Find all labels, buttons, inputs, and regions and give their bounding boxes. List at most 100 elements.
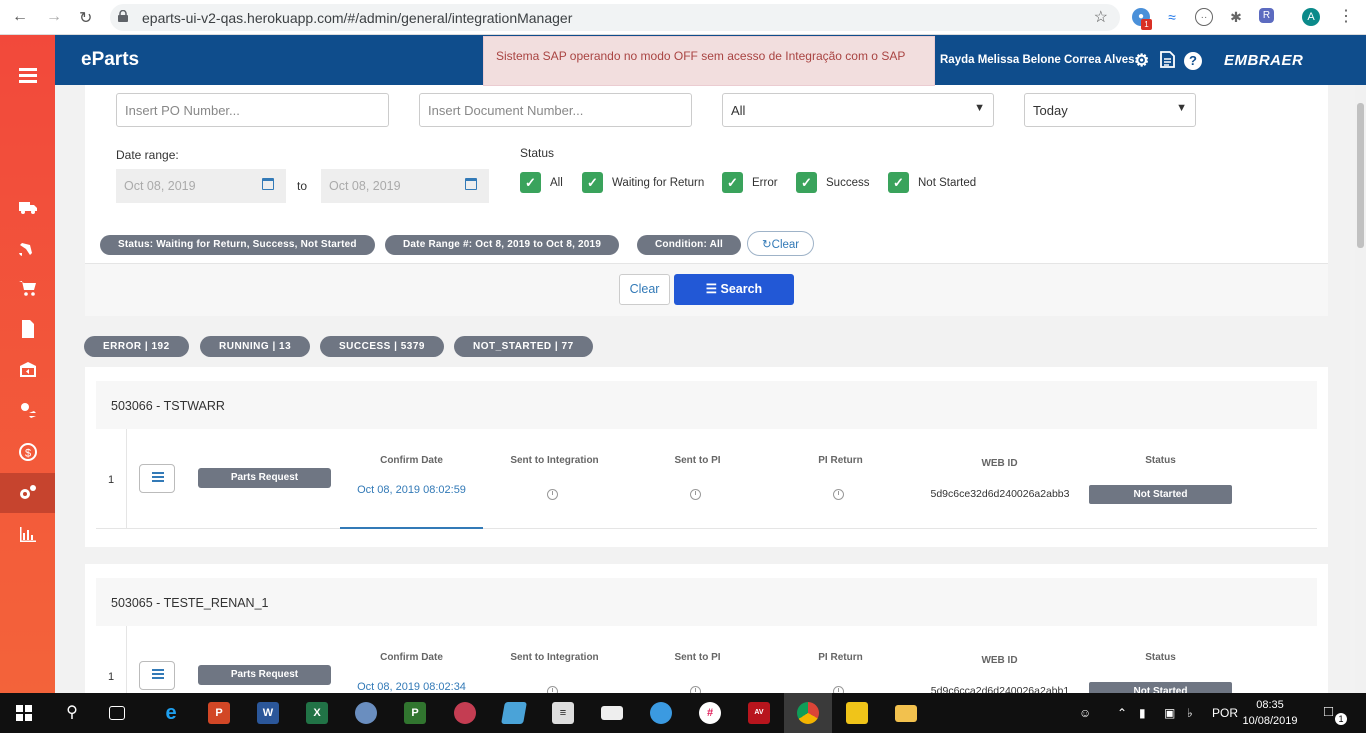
chevron-up-icon[interactable]: ⌃ — [1117, 706, 1127, 720]
user-name[interactable]: Rayda Melissa Belone Correa Alves — [940, 54, 1135, 66]
powerpoint-icon[interactable]: P — [208, 702, 230, 724]
col-pi-return: PI Return — [818, 455, 863, 466]
col-confirm-date: Confirm Date — [380, 652, 443, 663]
extension-puzzle-icon[interactable]: ✱ — [1227, 8, 1245, 26]
notifications-icon[interactable]: □ — [1324, 703, 1333, 720]
dollar-cycle-icon[interactable]: $ — [0, 432, 55, 472]
hamburger-menu-icon[interactable] — [0, 55, 55, 95]
excel-icon[interactable]: X — [306, 702, 328, 724]
clock-icon — [690, 686, 701, 693]
checkbox-label: All — [550, 176, 563, 189]
date-to-input[interactable]: Oct 08, 2019 — [321, 169, 489, 203]
task-view-icon[interactable] — [109, 706, 125, 720]
condition-select[interactable]: All ▼ — [722, 93, 994, 127]
battery-icon[interactable]: ▮ — [1139, 706, 1146, 720]
volume-muted-icon[interactable]: ♭ — [1187, 706, 1193, 720]
search-button[interactable]: ☰ Search — [674, 274, 794, 305]
record-card: 503065 - TESTE_RENAN_1 1 Parts Request C… — [85, 564, 1328, 693]
snipping-icon[interactable] — [454, 702, 476, 724]
bar-chart-icon[interactable] — [0, 514, 55, 554]
po-number-input[interactable]: Insert PO Number... — [116, 93, 389, 127]
windows-start-icon[interactable] — [16, 705, 32, 721]
record-row: 1 Parts Request Confirm Date Sent to Int… — [96, 429, 1317, 529]
bookmark-star-icon[interactable]: ☆ — [1094, 7, 1108, 27]
system-clock[interactable]: 08:35 10/08/2019 — [1240, 697, 1300, 729]
main-content: Insert PO Number... Insert Document Numb… — [55, 85, 1366, 693]
notes-icon[interactable] — [501, 702, 527, 724]
date-from-value: Oct 08, 2019 — [124, 179, 196, 193]
clear-button[interactable]: Clear — [619, 274, 670, 305]
teams-icon[interactable] — [650, 702, 672, 724]
extension-dots-icon[interactable]: ·· — [1195, 8, 1213, 26]
date-to-value: Oct 08, 2019 — [329, 179, 401, 193]
forward-icon[interactable]: → — [46, 8, 62, 26]
period-select-value: Today — [1033, 103, 1068, 118]
date-from-input[interactable]: Oct 08, 2019 — [116, 169, 286, 203]
list-details-button[interactable] — [139, 464, 175, 493]
airplane-icon[interactable] — [0, 227, 55, 267]
page-scrollbar[interactable] — [1355, 85, 1366, 693]
mail-icon[interactable] — [601, 706, 623, 720]
truck-icon[interactable] — [0, 187, 55, 227]
scrollbar-thumb[interactable] — [1357, 103, 1364, 248]
project-icon[interactable]: P — [404, 702, 426, 724]
status-checkbox-not-started[interactable]: ✓ Not Started — [888, 172, 976, 193]
col-status: Status — [1145, 652, 1176, 663]
gears-icon[interactable] — [0, 473, 55, 513]
address-bar[interactable]: eparts-ui-v2-qas.herokuapp.com/#/admin/g… — [110, 4, 1120, 31]
document-number-input[interactable]: Insert Document Number... — [419, 93, 692, 127]
calendar-icon[interactable] — [465, 178, 477, 190]
col-sent-pi: Sent to PI — [674, 455, 721, 466]
dropdown-caret-icon: ▼ — [1176, 102, 1187, 114]
clock-time: 08:35 — [1256, 699, 1284, 711]
count-running[interactable]: RUNNING | 13 — [200, 336, 311, 357]
search-icon[interactable]: ⚲ — [61, 702, 83, 724]
count-not-started[interactable]: NOT_STARTED | 77 — [454, 336, 593, 357]
list-details-button[interactable] — [139, 661, 175, 690]
extension-r-icon[interactable]: R — [1259, 8, 1274, 23]
confirm-date-value[interactable]: Oct 08, 2019 08:02:34 — [340, 681, 483, 693]
count-success[interactable]: SUCCESS | 5379 — [320, 336, 444, 357]
calculator-icon[interactable]: ≡ — [552, 702, 574, 724]
slack-icon[interactable]: # — [699, 702, 721, 724]
document-header-icon[interactable] — [1160, 51, 1175, 73]
brand-title[interactable]: eParts — [81, 49, 139, 71]
profile-avatar[interactable]: A — [1302, 8, 1320, 26]
period-select[interactable]: Today ▼ — [1024, 93, 1196, 127]
clear-chips-button[interactable]: ↻Clear — [747, 231, 814, 256]
status-checkbox-all[interactable]: ✓ All — [520, 172, 563, 193]
ie-icon[interactable]: e — [160, 702, 182, 724]
chrome-icon[interactable] — [797, 702, 819, 724]
confirm-date-value[interactable]: Oct 08, 2019 08:02:59 — [340, 484, 483, 496]
status-checkbox-waiting[interactable]: ✓ Waiting for Return — [582, 172, 704, 193]
people-icon[interactable]: ☺ — [1079, 706, 1091, 720]
cart-icon[interactable] — [0, 268, 55, 308]
file-explorer-icon[interactable] — [895, 705, 917, 722]
word-icon[interactable]: W — [257, 702, 279, 724]
language-indicator[interactable]: POR — [1212, 706, 1238, 720]
paint-icon[interactable] — [355, 702, 377, 724]
active-tab-underline — [340, 527, 483, 529]
clock-icon — [833, 686, 844, 693]
request-type-badge: Parts Request — [198, 468, 331, 488]
extension-feather-icon[interactable]: ≈ — [1163, 8, 1181, 26]
status-checkbox-success[interactable]: ✓ Success — [796, 172, 869, 193]
document-icon[interactable] — [0, 309, 55, 349]
swap-gear-icon[interactable] — [0, 390, 55, 430]
sticky-app-icon[interactable] — [846, 702, 868, 724]
clock-icon — [547, 489, 558, 500]
count-error[interactable]: ERROR | 192 — [84, 336, 189, 357]
avaya-icon[interactable]: AV — [748, 702, 770, 724]
checkbox-label: Error — [752, 176, 778, 189]
help-icon[interactable]: ? — [1184, 52, 1202, 70]
menu-kebab-icon[interactable]: ⋮ — [1338, 6, 1354, 26]
status-checkbox-error[interactable]: ✓ Error — [722, 172, 778, 193]
sap-alert: Sistema SAP operando no modo OFF sem ace… — [483, 36, 935, 86]
calendar-icon[interactable] — [262, 178, 274, 190]
settings-gear-icon[interactable]: ⚙ — [1134, 51, 1149, 71]
browser-toolbar: ← → ↻ eparts-ui-v2-qas.herokuapp.com/#/a… — [0, 0, 1366, 35]
box-return-icon[interactable] — [0, 350, 55, 390]
reload-icon[interactable]: ↻ — [79, 8, 92, 28]
network-icon[interactable]: ▣ — [1164, 706, 1175, 720]
back-icon[interactable]: ← — [12, 8, 28, 26]
